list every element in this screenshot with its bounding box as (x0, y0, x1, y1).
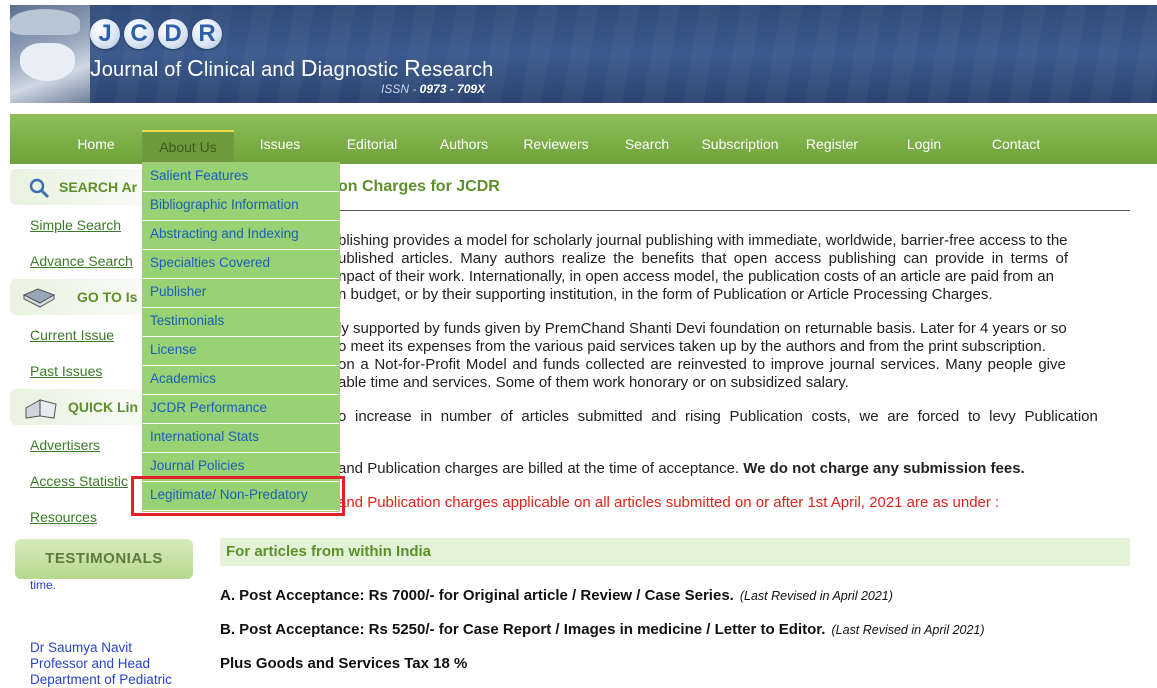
menu-bibliographic-information[interactable]: Bibliographic Information (143, 192, 339, 221)
header-background (10, 5, 1157, 103)
logo-letter-c: C (124, 19, 154, 49)
nav-editorial[interactable]: Editorial (336, 114, 408, 164)
book-icon (22, 285, 56, 314)
logo-letter-d: D (158, 19, 188, 49)
charge-a-note: (Last Revised in April 2021) (739, 589, 893, 603)
nav-authors[interactable]: Authors (430, 114, 498, 164)
nav-reviewers[interactable]: Reviewers (516, 114, 596, 164)
nav-contact[interactable]: Contact (984, 114, 1048, 164)
menu-international-stats[interactable]: International Stats (143, 424, 339, 453)
para3-line1: o increase in number of articles submitt… (338, 408, 1098, 425)
nav-search[interactable]: Search (616, 114, 678, 164)
nav-about-us[interactable]: About Us (142, 130, 234, 164)
search-articles-title: SEARCH Ar (59, 179, 138, 195)
nav-register[interactable]: Register (798, 114, 866, 164)
charge-b: B. Post Acceptance: Rs 5250/- for Case R… (220, 621, 985, 638)
search-icon (28, 177, 50, 204)
charge-b-note: (Last Revised in April 2021) (831, 623, 985, 637)
journal-name: Journal of Clinical and Diagnostic Resea… (90, 55, 494, 81)
simple-search-link[interactable]: Simple Search (30, 217, 121, 233)
testimonial-author-dept: Department of Pediatric (30, 672, 172, 687)
access-statistics-link[interactable]: Access Statistic (30, 473, 128, 489)
para2-line1: ly supported by funds given by PremChand… (338, 320, 1067, 337)
past-issues-link[interactable]: Past Issues (30, 363, 102, 379)
menu-testimonials[interactable]: Testimonials (143, 308, 339, 337)
para2-line4: able time and services. Some of them wor… (338, 374, 849, 391)
nav-subscription[interactable]: Subscription (694, 114, 786, 164)
para1-line2: ublished articles. Many authors realize … (338, 250, 1069, 267)
billing-text: and Publication charges are billed at th… (338, 460, 1025, 477)
menu-salient-features[interactable]: Salient Features (143, 163, 339, 192)
advance-search-link[interactable]: Advance Search (30, 253, 133, 269)
current-issue-link[interactable]: Current Issue (30, 327, 114, 343)
logo-letter-j: J (90, 19, 120, 49)
menu-abstracting-indexing[interactable]: Abstracting and Indexing (143, 221, 339, 250)
testimonials-heading: TESTIMONIALS (15, 539, 193, 579)
nav-home[interactable]: Home (66, 114, 126, 164)
go-to-issues-title: GO TO Is (77, 289, 138, 305)
site-header: J C D R Journal of Clinical and Diagnost… (10, 5, 1157, 103)
para1-line3: npact of their work. Internationally, in… (338, 268, 1054, 285)
title-divider (222, 210, 1130, 211)
para1-line1: blishing provides a model for scholarly … (338, 232, 1068, 249)
testimonial-author-name: Dr Saumya Navit (30, 640, 133, 655)
applicable-charges-notice: and Publication charges applicable on al… (338, 494, 1000, 511)
resources-link[interactable]: Resources (30, 509, 97, 525)
charge-a: A. Post Acceptance: Rs 7000/- for Origin… (220, 587, 893, 604)
open-book-icon (24, 394, 58, 425)
page-title: on Charges for JCDR (338, 178, 500, 195)
menu-academics[interactable]: Academics (143, 366, 339, 395)
surgical-cap-shape (10, 9, 80, 35)
para2-line3: on a Not-for-Profit Model and funds coll… (338, 356, 1066, 373)
advertisers-link[interactable]: Advertisers (30, 437, 100, 453)
nav-login[interactable]: Login (896, 114, 952, 164)
gst-note: Plus Goods and Services Tax 18 % (220, 655, 468, 672)
india-section-title: For articles from within India (226, 543, 432, 560)
nav-issues[interactable]: Issues (248, 114, 312, 164)
menu-specialties-covered[interactable]: Specialties Covered (143, 250, 339, 279)
main-nav: Home About Us Issues Editorial Authors R… (10, 114, 1157, 164)
surgical-mask-shape (20, 43, 75, 81)
menu-license[interactable]: License (143, 337, 339, 366)
india-section-header: For articles from within India (220, 538, 1130, 566)
logo-letter-r: R (192, 19, 222, 49)
menu-jcdr-performance[interactable]: JCDR Performance (143, 395, 339, 424)
quick-links-title: QUICK Lin (68, 399, 138, 415)
about-us-dropdown: Salient Features Bibliographic Informati… (142, 162, 340, 512)
para2-line2: o meet its expenses from the various pai… (338, 338, 1046, 355)
menu-publisher[interactable]: Publisher (143, 279, 339, 308)
para1-line4: n budget, or by their supporting institu… (338, 286, 993, 303)
highlight-box (131, 476, 345, 516)
testimonial-author-title: Professor and Head (30, 656, 151, 671)
testimonial-text: time. (30, 578, 57, 592)
issn-label: ISSN - 0973 - 709X (381, 82, 486, 96)
doctor-banner-image (10, 5, 90, 103)
